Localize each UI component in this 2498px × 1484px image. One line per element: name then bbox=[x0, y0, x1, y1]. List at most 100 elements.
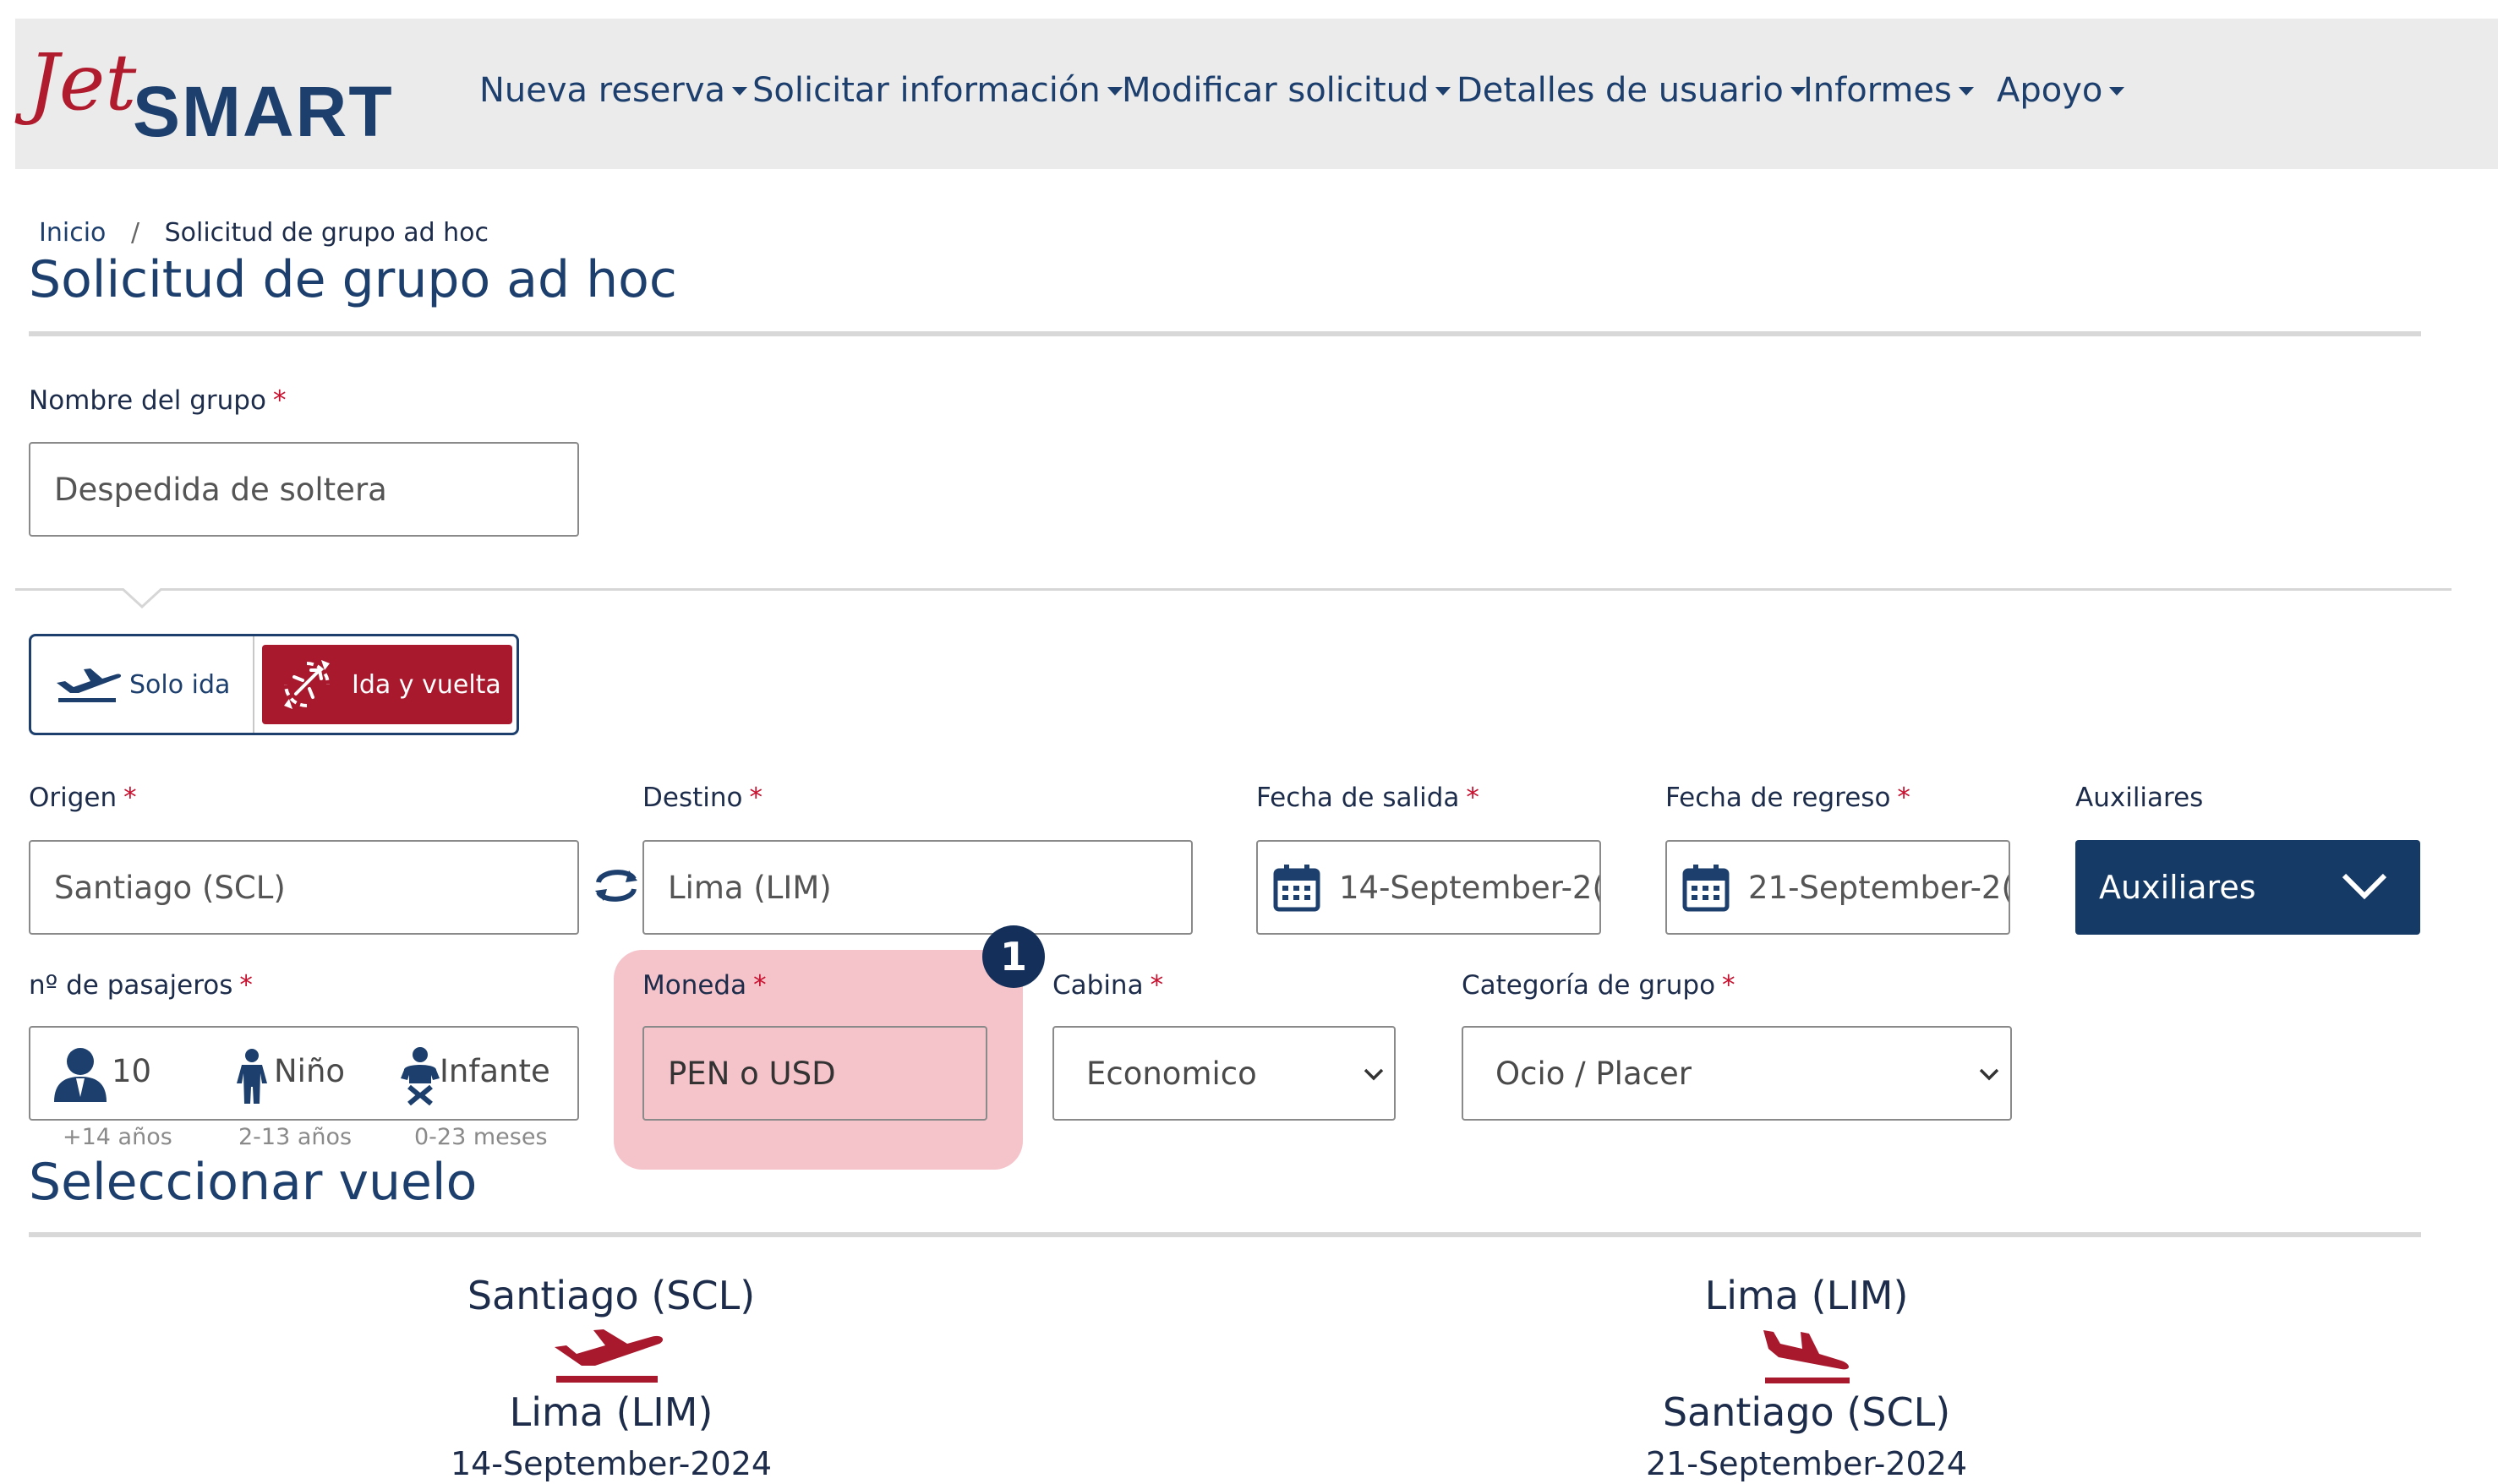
destination-input[interactable]: Lima (LIM) bbox=[642, 840, 1193, 935]
cabin-value: Economico bbox=[1086, 1055, 1257, 1092]
group-category-value: Ocio / Placer bbox=[1495, 1055, 1692, 1092]
page: Jet SMART Nueva reserva Solicitar inform… bbox=[0, 0, 2498, 1484]
currency-label-text: Moneda bbox=[642, 970, 747, 1001]
round-trip-label: Ida y vuelta bbox=[352, 669, 501, 700]
destination-label-text: Destino bbox=[642, 783, 743, 813]
logo-jet-text: Jet bbox=[28, 37, 137, 128]
departure-date-value: 14-September-2( bbox=[1339, 869, 1601, 906]
child-icon bbox=[237, 1049, 267, 1104]
one-way-label: Solo ida bbox=[129, 669, 231, 700]
page-title: Solicitud de grupo ad hoc bbox=[29, 250, 677, 309]
ancillaries-button-label: Auxiliares bbox=[2099, 869, 2256, 906]
breadcrumb: Inicio / Solicitud de grupo ad hoc bbox=[39, 218, 489, 248]
nav-label: Modificar solicitud bbox=[1122, 71, 1429, 110]
passengers-label: nº de pasajeros * bbox=[29, 970, 253, 1001]
nav-label: Detalles de usuario bbox=[1457, 71, 1784, 110]
adult-icon bbox=[54, 1048, 107, 1102]
required-mark: * bbox=[123, 783, 137, 813]
currency-label: Moneda * bbox=[642, 970, 767, 1001]
departure-date-label-text: Fecha de salida bbox=[1256, 783, 1460, 813]
nav-detalles-de-usuario[interactable]: Detalles de usuario bbox=[1457, 71, 1806, 110]
adults-count[interactable]: 10 bbox=[112, 1053, 151, 1089]
chevron-down-icon bbox=[2342, 873, 2387, 900]
group-name-label: Nombre del grupo * bbox=[29, 385, 286, 416]
departure-date-label: Fecha de salida * bbox=[1256, 783, 1479, 813]
nav-modificar-solicitud[interactable]: Modificar solicitud bbox=[1122, 71, 1451, 110]
round-trip-plane-icon bbox=[284, 660, 330, 709]
infant-icon bbox=[401, 1047, 440, 1105]
breadcrumb-separator: / bbox=[130, 218, 140, 248]
required-mark: * bbox=[1150, 970, 1164, 1001]
destination-label: Destino * bbox=[642, 783, 763, 813]
required-mark: * bbox=[753, 970, 767, 1001]
outbound-from: Santiago (SCL) bbox=[467, 1273, 756, 1318]
currency-input[interactable]: PEN o USD bbox=[642, 1026, 987, 1121]
destination-value: Lima (LIM) bbox=[668, 869, 832, 906]
nav-label: Nueva reserva bbox=[479, 71, 726, 110]
origin-input[interactable]: Santiago (SCL) bbox=[29, 840, 579, 935]
swap-route-icon[interactable] bbox=[590, 862, 642, 909]
select-flight-divider bbox=[29, 1232, 2421, 1237]
group-category-select[interactable]: Ocio / Placer bbox=[1462, 1026, 2012, 1121]
nav-label: Informes bbox=[1803, 71, 1952, 110]
title-divider bbox=[29, 331, 2421, 336]
ancillaries-label: Auxiliares bbox=[2075, 783, 2204, 813]
caret-down-icon bbox=[1958, 87, 1974, 95]
caret-down-icon bbox=[732, 87, 748, 95]
required-mark: * bbox=[1722, 970, 1735, 1001]
outbound-date: 14-September-2024 bbox=[450, 1445, 773, 1482]
cabin-label-text: Cabina bbox=[1052, 970, 1144, 1001]
breadcrumb-home[interactable]: Inicio bbox=[39, 218, 106, 248]
ancillaries-dropdown-button[interactable]: Auxiliares bbox=[2075, 840, 2420, 935]
group-category-label: Categoría de grupo * bbox=[1462, 970, 1735, 1001]
child-label[interactable]: Niño bbox=[274, 1053, 345, 1089]
return-date-value: 21-September-2( bbox=[1748, 869, 2010, 906]
toggle-divider bbox=[253, 636, 254, 733]
caret-down-icon bbox=[1435, 87, 1451, 95]
outbound-plane-icon bbox=[555, 1329, 664, 1383]
calendar-icon bbox=[1273, 865, 1320, 912]
select-chevron-icon bbox=[1979, 1068, 1999, 1081]
departure-date-input[interactable]: 14-September-2( bbox=[1256, 840, 1601, 935]
required-mark: * bbox=[1897, 783, 1910, 813]
cabin-select[interactable]: Economico bbox=[1052, 1026, 1396, 1121]
outbound-to: Lima (LIM) bbox=[509, 1389, 713, 1435]
jetsmart-logo[interactable]: Jet SMART bbox=[28, 37, 392, 151]
select-chevron-icon bbox=[1364, 1068, 1384, 1081]
nav-informes[interactable]: Informes bbox=[1803, 71, 1974, 110]
nav-nueva-reserva[interactable]: Nueva reserva bbox=[479, 71, 748, 110]
return-date-label-text: Fecha de regreso bbox=[1665, 783, 1891, 813]
adults-hint: +14 años bbox=[63, 1124, 172, 1150]
group-name-value: Despedida de soltera bbox=[54, 471, 387, 508]
return-date-label: Fecha de regreso * bbox=[1665, 783, 1910, 813]
required-mark: * bbox=[749, 783, 763, 813]
nav-label: Solicitar información bbox=[752, 71, 1101, 110]
trip-type-toggle: Solo ida Ida y vuelta bbox=[29, 634, 519, 735]
infant-label[interactable]: Infante bbox=[440, 1053, 550, 1089]
passengers-label-text: nº de pasajeros bbox=[29, 970, 233, 1001]
inbound-plane-icon bbox=[1763, 1330, 1850, 1383]
group-name-label-text: Nombre del grupo bbox=[29, 385, 266, 416]
nav-apoyo[interactable]: Apoyo bbox=[1997, 71, 2125, 110]
callout-badge: 1 bbox=[982, 925, 1045, 988]
one-way-option[interactable]: Solo ida bbox=[31, 636, 253, 733]
required-mark: * bbox=[272, 385, 287, 416]
infant-hint: 0-23 meses bbox=[414, 1124, 548, 1150]
group-name-input[interactable]: Despedida de soltera bbox=[29, 442, 579, 537]
select-flight-title: Seleccionar vuelo bbox=[29, 1153, 478, 1212]
child-hint: 2-13 años bbox=[238, 1124, 353, 1150]
return-date-input[interactable]: 21-September-2( bbox=[1665, 840, 2010, 935]
origin-label-text: Origen bbox=[29, 783, 118, 813]
group-category-label-text: Categoría de grupo bbox=[1462, 970, 1716, 1001]
breadcrumb-current: Solicitud de grupo ad hoc bbox=[164, 218, 489, 248]
nav-solicitar-informacion[interactable]: Solicitar información bbox=[752, 71, 1123, 110]
origin-label: Origen * bbox=[29, 783, 137, 813]
passenger-counter[interactable]: 10 Niño Infante bbox=[29, 1026, 579, 1121]
inbound-date: 21-September-2024 bbox=[1645, 1445, 1968, 1482]
required-mark: * bbox=[1466, 783, 1479, 813]
caret-down-icon bbox=[2109, 87, 2125, 95]
divider-notch bbox=[122, 588, 162, 609]
required-mark: * bbox=[239, 970, 253, 1001]
round-trip-option[interactable]: Ida y vuelta bbox=[262, 645, 512, 724]
logo-smart-text: SMART bbox=[133, 72, 394, 151]
